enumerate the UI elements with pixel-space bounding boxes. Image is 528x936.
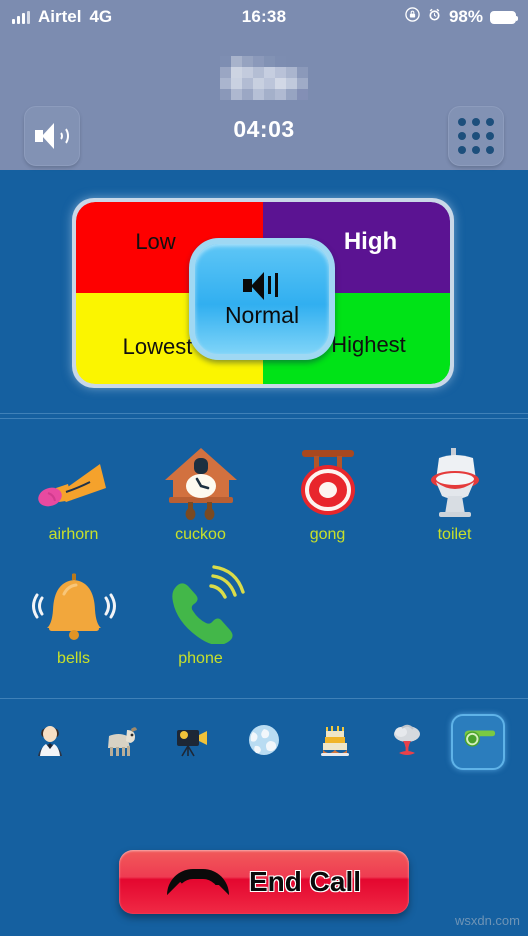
status-bar-right: 98% [405, 7, 518, 27]
sound-button-airhorn[interactable]: airhorn [10, 434, 137, 550]
sound-label: gong [309, 526, 346, 543]
category-tab-bar [0, 700, 528, 784]
whistle-icon [459, 721, 497, 764]
call-header: 04:03 [0, 34, 528, 170]
cuckoo-clock-icon [155, 440, 247, 520]
category-tab-globe[interactable] [237, 714, 291, 770]
battery-icon [490, 10, 518, 24]
airhorn-icon [28, 440, 120, 520]
movie-camera-icon [173, 720, 213, 765]
end-call-label: End Call [248, 866, 361, 897]
category-tab-birthday-cake[interactable] [308, 714, 362, 770]
rotation-lock-icon [405, 7, 420, 27]
sound-button-bells[interactable]: bells [10, 558, 137, 674]
birthday-cake-icon [315, 720, 355, 765]
sound-button-gong[interactable]: gong [264, 434, 391, 550]
volume-low-label: Low [135, 228, 176, 254]
globe-icon [244, 720, 284, 765]
section-divider [0, 698, 528, 699]
speaker-icon [241, 270, 283, 300]
volume-lowest-label: Lowest [122, 333, 193, 359]
section-divider [0, 418, 528, 419]
keypad-button[interactable] [448, 106, 504, 166]
sound-label: airhorn [48, 526, 99, 543]
explosion-icon [387, 720, 427, 765]
category-tab-goat[interactable] [94, 714, 148, 770]
category-tab-explosion[interactable] [380, 714, 434, 770]
end-call-button[interactable]: End Call [119, 850, 409, 914]
call-screen: Airtel 4G 16:38 98% 04:03 Low High Lowes… [0, 0, 528, 936]
status-bar: Airtel 4G 16:38 98% [0, 0, 528, 34]
goat-icon [101, 720, 141, 765]
sound-label: bells [57, 650, 90, 667]
battery-percent-label: 98% [448, 7, 483, 26]
keypad-icon [458, 118, 494, 154]
bell-icon [28, 564, 120, 644]
handset-icon [166, 869, 229, 895]
category-tab-person[interactable] [23, 714, 77, 770]
watermark: wsxdn.com [454, 913, 520, 928]
sound-label: cuckoo [175, 526, 226, 543]
alarm-clock-icon [427, 7, 442, 27]
volume-high-label: High [343, 227, 398, 255]
contact-name-blurred [0, 56, 528, 100]
sound-label: phone [178, 650, 223, 667]
category-tab-movie-camera[interactable] [166, 714, 220, 770]
category-tab-whistle[interactable] [451, 714, 506, 770]
toilet-icon [409, 440, 501, 520]
ringing-phone-icon [155, 564, 247, 646]
section-divider [0, 413, 528, 414]
sound-label: toilet [437, 526, 472, 543]
volume-highest-label: Highest [331, 331, 406, 357]
gong-icon [282, 440, 374, 520]
person-icon [30, 720, 70, 765]
sound-button-phone[interactable]: phone [137, 558, 264, 674]
volume-normal-label: Normal [224, 301, 300, 328]
sound-button-grid: airhorn cuckoo gong toilet bells phone [0, 420, 528, 682]
sound-button-toilet[interactable]: toilet [391, 434, 518, 550]
sound-button-cuckoo[interactable]: cuckoo [137, 434, 264, 550]
volume-option-normal[interactable]: Normal [189, 238, 335, 360]
